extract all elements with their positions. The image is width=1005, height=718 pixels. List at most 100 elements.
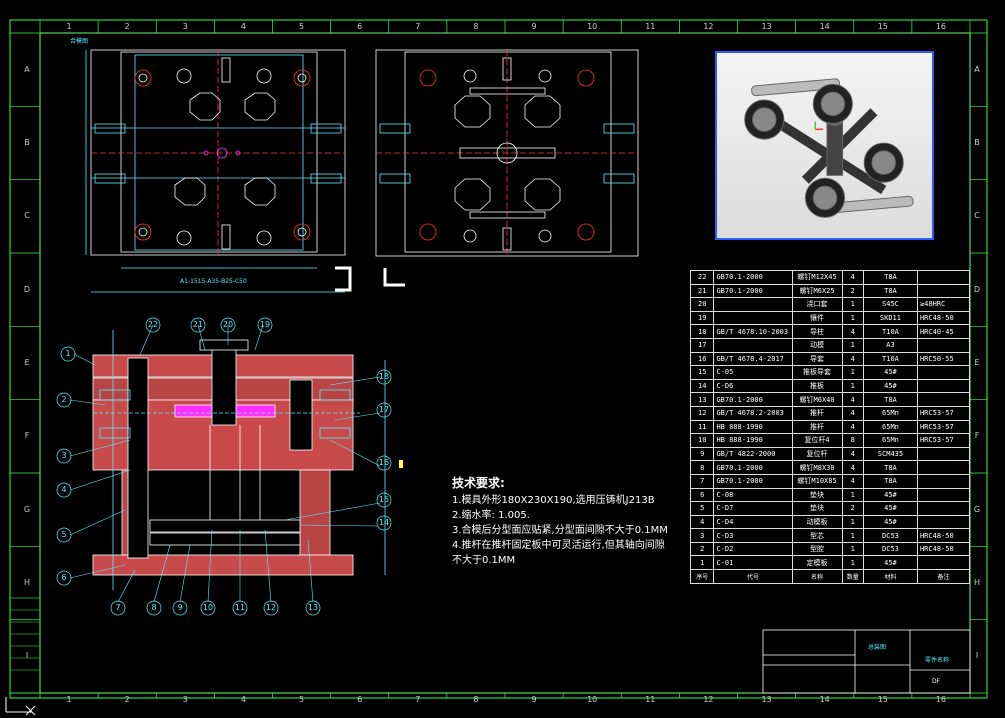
title-block-code: DF: [932, 678, 941, 685]
bom-cell-qty: 4: [841, 392, 864, 407]
bom-cell-code: GB70.1-2000: [713, 270, 793, 285]
bom-cell-name: 推板: [791, 378, 843, 394]
bom-cell-name: 动模板: [791, 514, 843, 530]
render-part-preview: [744, 78, 914, 218]
bom-cell-code: GB70.1-2000: [713, 392, 793, 407]
grid-row-label: A: [24, 64, 30, 74]
bom-cell-n: 5: [689, 501, 715, 516]
bom-cell-code: C-D7: [713, 501, 793, 516]
bom-cell-heat: HRC40-45: [916, 324, 971, 339]
bom-cell-code: GB70.1-2000: [713, 283, 793, 299]
bom-cell-name: 螺钉M8X30: [791, 460, 843, 475]
bom-cell-code: HB 888-1990: [713, 419, 793, 435]
grid-col-label: 8: [473, 695, 479, 704]
bom-cell-qty: 1: [841, 365, 864, 380]
grid-col-label: 7: [415, 22, 421, 31]
table-row: 22 GB70.1-2000 螺钉M12X45 4 T8A: [689, 270, 971, 285]
bom-cell-mat: SCM435: [862, 446, 918, 462]
bom-cell-mat: DC53: [862, 541, 918, 557]
callout-number: 20: [222, 320, 234, 329]
callout-number: 6: [61, 573, 67, 582]
table-row: 16 GB/T 4678.4-2017 导套 4 T10A HRC50-55: [689, 351, 971, 367]
bom-cell-n: 16: [689, 351, 715, 367]
callout-number: 18: [378, 372, 390, 381]
grid-col-label: 4: [240, 22, 246, 31]
bom-cell-name: 螺钉M6X40: [791, 392, 843, 407]
grid-col-label: 5: [299, 695, 305, 704]
bom-header-row: 序号 代号 名称 数量 材料 备注: [689, 569, 971, 584]
grid-row-label: F: [974, 431, 980, 441]
grid-col-label: 7: [415, 695, 421, 704]
bom-cell-mat: 65Mn: [862, 433, 918, 448]
bom-cell-heat: ≥48HRC: [916, 297, 971, 312]
bom-cell-mat: 材料: [862, 569, 918, 584]
bom-cell-heat: 备注: [916, 569, 971, 584]
bom-cell-heat: [916, 473, 971, 489]
bom-cell-mat: A3: [862, 337, 918, 353]
cursor-marker: [399, 460, 403, 468]
grid-row-label: C: [974, 211, 980, 221]
bom-cell-heat: [916, 337, 971, 353]
bom-cell-qty: 1: [841, 487, 864, 503]
bom-cell-qty: 4: [841, 270, 864, 285]
callout-number: 7: [115, 603, 121, 612]
sheet-name: 合模图: [70, 38, 89, 45]
bom-cell-mat: T10A: [862, 324, 918, 339]
callout-number: 19: [259, 320, 271, 329]
grid-row-label: G: [23, 504, 31, 514]
bom-cell-heat: [916, 446, 971, 462]
bom-cell-mat: 45#: [862, 487, 918, 503]
callout-number: 1: [65, 349, 71, 358]
bom-cell-qty: 4: [841, 324, 864, 339]
bom-cell-code: GB70.1-2000: [713, 460, 793, 475]
table-row: 9 GB/T 4822-2000 复位杆 4 SCM435: [689, 446, 971, 462]
bom-cell-mat: 45#: [862, 555, 918, 571]
bom-cell-name: 导柱: [791, 324, 843, 339]
table-row: 13 GB70.1-2000 螺钉M6X40 4 T8A: [689, 392, 971, 407]
bom-cell-code: GB/T 4678.10-2003: [713, 324, 793, 339]
bom-cell-code: [713, 337, 793, 353]
bom-cell-code: [713, 310, 793, 326]
plan-view-right[interactable]: [375, 49, 639, 257]
bom-cell-n: 6: [689, 487, 715, 503]
bom-cell-n: 11: [689, 419, 715, 435]
grid-col-label: 10: [587, 695, 598, 704]
section-view[interactable]: [92, 330, 386, 590]
callout-number: 3: [61, 451, 67, 460]
bom-cell-qty: 1: [841, 541, 864, 557]
grid-col-label: 16: [935, 22, 947, 31]
bom-cell-n: 9: [689, 446, 715, 462]
grid-col-label: 14: [819, 695, 830, 704]
table-row: 3 C-D3 型芯 1 DC53 HRC48-50: [689, 528, 971, 543]
bom-cell-name: 复位杆: [791, 446, 843, 462]
grid-row-label: B: [24, 138, 30, 147]
bom-cell-code: C-05: [713, 365, 793, 380]
bom-cell-n: 10: [689, 433, 715, 448]
grid-col-label: 9: [531, 22, 537, 31]
bom-cell-n: 20: [689, 297, 715, 312]
bom-cell-heat: [916, 365, 971, 380]
table-row: 11 HB 888-1990 推杆 4 65Mn HRC53-57: [689, 419, 971, 435]
grid-col-label: 13: [761, 22, 772, 31]
bom-cell-heat: [916, 392, 971, 407]
note-line: 2.缩水率: 1.005.: [452, 510, 530, 521]
3d-render-viewport[interactable]: [715, 51, 934, 240]
callout-number: 14: [378, 518, 390, 527]
bom-cell-n: 3: [689, 528, 715, 543]
bom-cell-code: GB/T 4822-2000: [713, 446, 793, 462]
grid-row-label: A: [974, 64, 980, 74]
grid-row-label: E: [24, 358, 30, 367]
bom-cell-qty: 8: [841, 433, 864, 448]
bom-cell-heat: [916, 378, 971, 394]
table-row: 2 C-D2 型腔 1 DC53 HRC48-50: [689, 541, 971, 557]
grid-col-label: 3: [182, 695, 188, 704]
bom-cell-mat: SKD11: [862, 310, 918, 326]
bom-cell-name: 推杆: [791, 405, 843, 421]
bom-cell-name: 定模板: [791, 555, 843, 571]
callout-number: 17: [378, 405, 390, 414]
bom-cell-name: 导套: [791, 351, 843, 367]
bom-cell-qty: 1: [841, 297, 864, 312]
grid-row-label: H: [973, 578, 980, 587]
bom-cell-name: 螺钉M10X85: [791, 473, 843, 489]
plan-view-left[interactable]: [85, 49, 346, 293]
